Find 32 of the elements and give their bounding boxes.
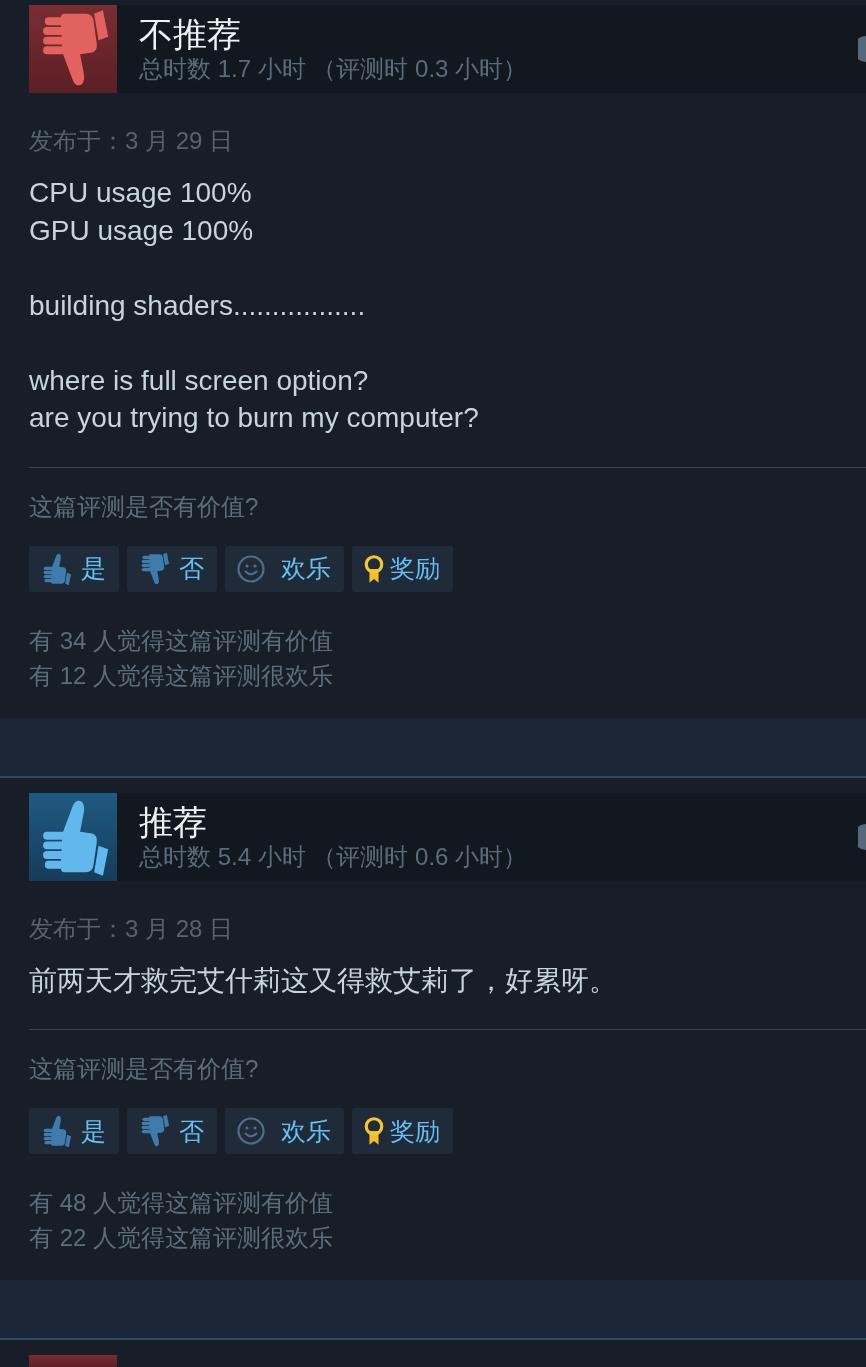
- playtime-text: 总时数 1.7 小时 （评测时 0.3 小时）: [139, 54, 528, 84]
- smiley-icon: [237, 1117, 265, 1145]
- vote-count-text: 有 12 人觉得这篇评测很欢乐: [29, 660, 335, 691]
- thumbs-down-icon: [139, 1114, 171, 1148]
- thumbs-up-icon: [41, 551, 73, 586]
- vote-count-text: 有 34 人觉得这篇评测有价值: [29, 625, 335, 656]
- playtime-text: 总时数 5.4 小时 （评测时 0.6 小时）: [139, 841, 528, 872]
- review-text: where is full screen option? are you trying to burn my computer?: [29, 363, 480, 435]
- vote-count-text: 有 48 人觉得这篇评测有价值: [29, 1188, 335, 1218]
- helpful-yes-button[interactable]: 是: [29, 545, 119, 592]
- funny-button[interactable]: 欢乐: [225, 1108, 344, 1154]
- helpful-question: 这篇评测是否有价值?: [29, 491, 260, 522]
- award-ribbon-icon: [364, 554, 384, 583]
- smiley-icon: [237, 554, 265, 583]
- helpful-yes-button[interactable]: 是: [29, 1108, 119, 1154]
- funny-button[interactable]: 欢乐: [225, 545, 344, 592]
- vote-count-text: 有 22 人觉得这篇评测很欢乐: [29, 1223, 335, 1253]
- award-button[interactable]: 奖励: [352, 545, 453, 592]
- review-verdict: 推荐: [139, 801, 208, 842]
- helpful-no-button[interactable]: 否: [127, 545, 217, 592]
- award-ribbon-icon: [364, 1117, 384, 1145]
- review-verdict: 不推荐: [139, 14, 242, 54]
- helpful-question: 这篇评测是否有价值?: [29, 1054, 260, 1084]
- thumbs-down-icon: [139, 551, 171, 586]
- review-text: building shaders.................: [29, 288, 367, 323]
- helpful-no-button[interactable]: 否: [127, 1108, 217, 1154]
- award-button[interactable]: 奖励: [352, 1108, 453, 1154]
- post-date: 发布于：3 月 28 日: [29, 913, 235, 944]
- post-date: 发布于：3 月 29 日: [29, 126, 235, 156]
- review-text: CPU usage 100% GPU usage 100%: [29, 176, 255, 248]
- thumbs-up-icon: [41, 1114, 73, 1148]
- review-text: 前两天才救完艾什莉这又得救艾莉了，好累呀。: [29, 963, 618, 998]
